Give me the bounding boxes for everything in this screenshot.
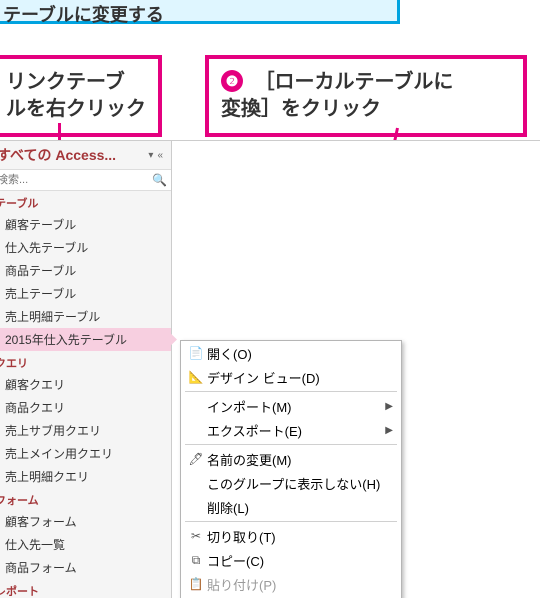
table-item[interactable]: 売上明細テーブル [0,305,171,328]
group-queries[interactable]: クエリ [0,351,171,373]
submenu-arrow-icon: ▶ [377,425,393,436]
hint-box: テーブルに変更する [0,0,400,24]
callout-1: リンクテーブ ルを右クリック [0,55,162,137]
table-item[interactable]: 仕入先テーブル [0,236,171,259]
menu-hide-in-group[interactable]: このグループに表示しない(H) [181,471,401,495]
nav-header[interactable]: すべての Access... ▾ « [0,141,171,170]
menu-design-view[interactable]: 📐 デザイン ビュー(D) [181,365,401,389]
callout-1-line1: リンクテーブ [6,71,125,93]
design-icon: 📐 [185,370,207,384]
callout-1-line2: ルを右クリック [6,98,146,120]
query-item[interactable]: 商品クエリ [0,396,171,419]
callout-2-number: ❷ [221,70,243,92]
query-item[interactable]: 売上明細クエリ [0,465,171,488]
hint-text: テーブルに変更する [3,5,164,25]
open-icon: 📄 [185,346,207,360]
table-item[interactable]: 顧客テーブル [0,213,171,236]
menu-copy[interactable]: ⧉ コピー(C) [181,548,401,572]
callout-2: ❷ ［ローカルテーブルに 変換］をクリック [205,55,527,137]
form-item[interactable]: 仕入先一覧 [0,533,171,556]
group-reports[interactable]: レポート [0,579,171,598]
search-input[interactable] [0,172,152,188]
table-item[interactable]: 商品テーブル [0,259,171,282]
menu-paste: 📋 貼り付け(P) [181,572,401,596]
paste-icon: 📋 [185,577,207,591]
query-item[interactable]: 顧客クエリ [0,373,171,396]
search-icon[interactable]: 🔍 [152,173,167,187]
cut-icon: ✂ [185,529,207,543]
form-item[interactable]: 顧客フォーム [0,510,171,533]
menu-delete[interactable]: 削除(L) [181,495,401,519]
submenu-arrow-icon: ▶ [377,401,393,412]
menu-separator [185,521,397,522]
query-item[interactable]: 売上メイン用クエリ [0,442,171,465]
query-item[interactable]: 売上サブ用クエリ [0,419,171,442]
copy-icon: ⧉ [185,553,207,568]
collapse-icon[interactable]: « [155,150,165,161]
menu-separator [185,444,397,445]
context-menu: 📄 開く(O) 📐 デザイン ビュー(D) インポート(M) ▶ エクスポート(… [180,340,402,598]
group-forms[interactable]: フォーム [0,488,171,510]
nav-title: すべての Access... [0,145,146,165]
callout-2-line2: 変換］をクリック [221,98,381,120]
callout-2-line1: ［ローカルテーブルに [255,71,454,93]
rename-icon: 🖊 [185,452,207,466]
navigation-pane: すべての Access... ▾ « 🔍 テーブル 顧客テーブル 仕入先テーブル… [0,140,172,598]
menu-import[interactable]: インポート(M) ▶ [181,394,401,418]
menu-open[interactable]: 📄 開く(O) [181,341,401,365]
menu-rename[interactable]: 🖊 名前の変更(M) [181,447,401,471]
group-tables[interactable]: テーブル [0,191,171,213]
menu-cut[interactable]: ✂ 切り取り(T) [181,524,401,548]
menu-export[interactable]: エクスポート(E) ▶ [181,418,401,442]
table-item[interactable]: 売上テーブル [0,282,171,305]
chevron-down-icon[interactable]: ▾ [146,150,155,161]
search-row: 🔍 [0,170,171,191]
table-item-selected[interactable]: 2015年仕入先テーブル [0,328,171,351]
menu-separator [185,391,397,392]
form-item[interactable]: 商品フォーム [0,556,171,579]
